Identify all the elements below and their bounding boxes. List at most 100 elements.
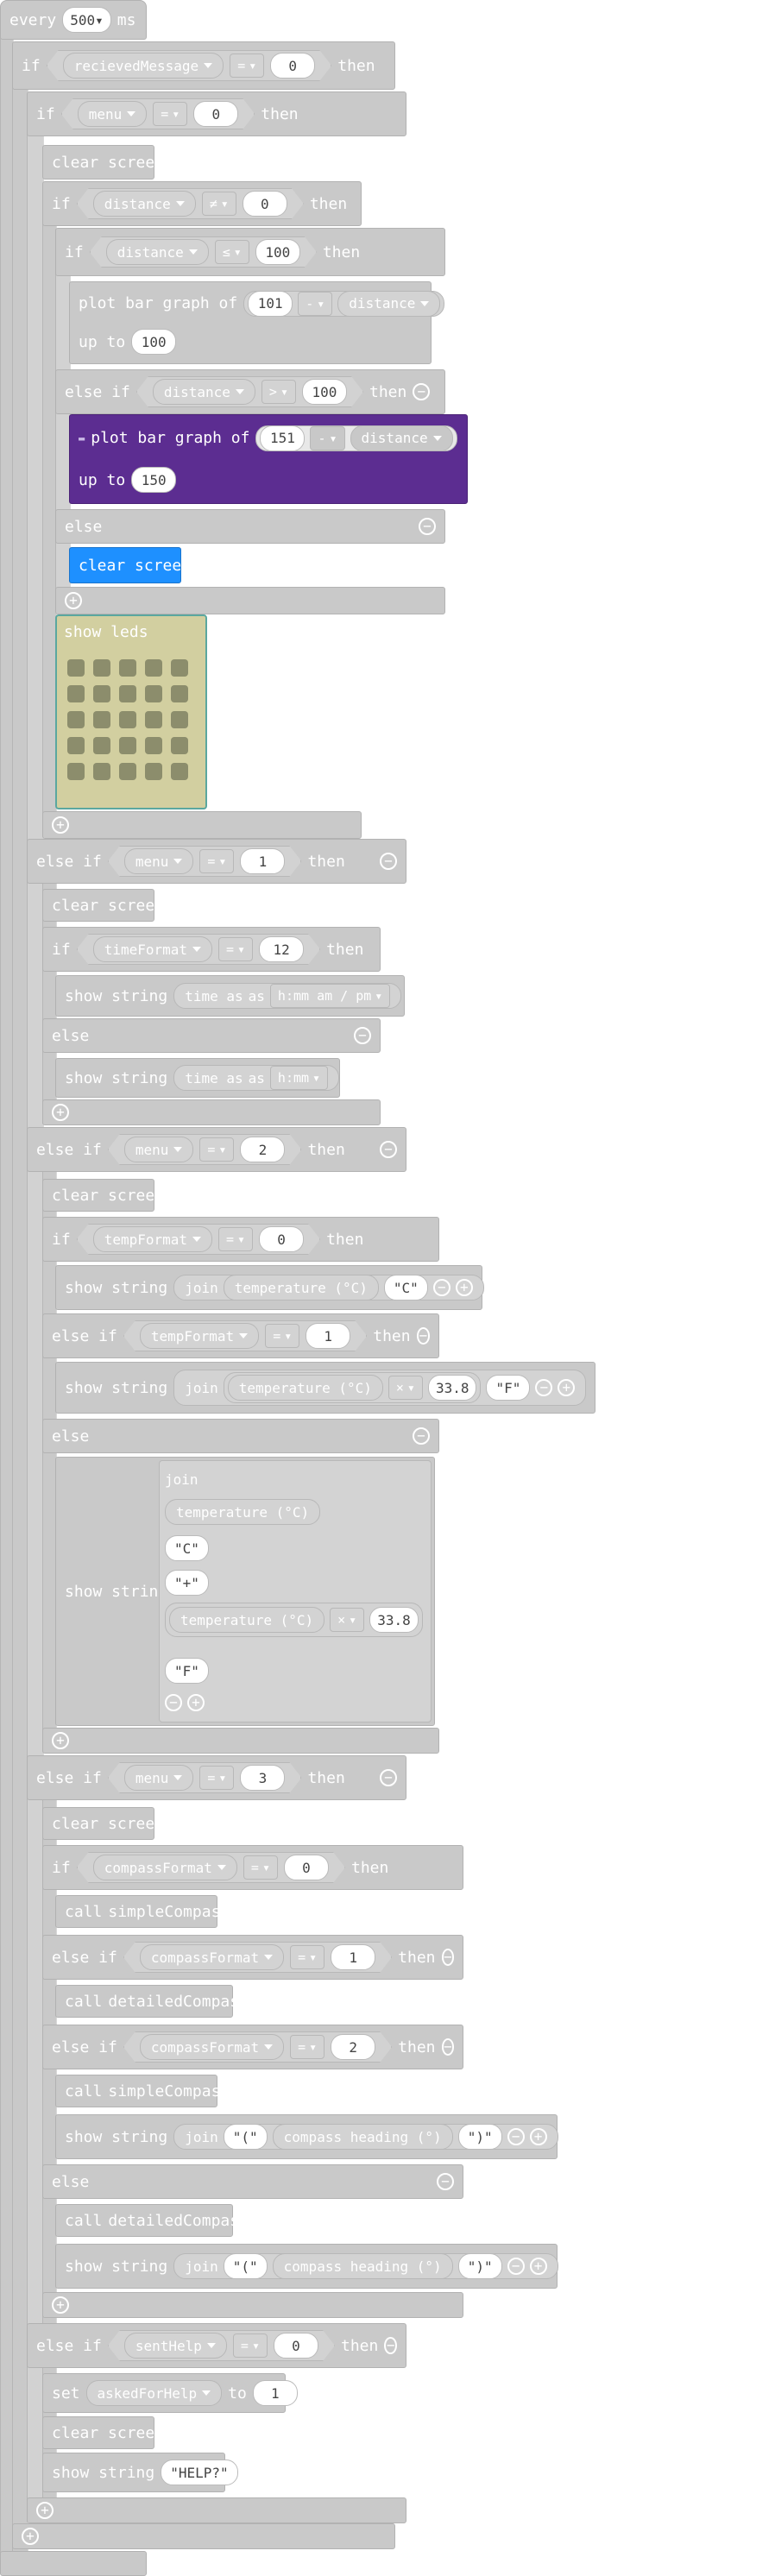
led-cell[interactable] [67, 659, 85, 677]
clear-screen-block[interactable]: clear screen [42, 145, 164, 180]
remove-branch-icon[interactable]: − [384, 2337, 397, 2354]
add-item-icon[interactable]: + [529, 2128, 547, 2145]
every-block[interactable]: every 500 ▾ ms [0, 0, 147, 40]
subtract-block[interactable]: 101 - ▾ distance [243, 290, 445, 317]
compare-tempformat-0[interactable]: tempFormat = ▾ 0 [77, 1224, 320, 1255]
led-cell[interactable] [171, 763, 188, 780]
compare-menu-1[interactable]: menu = ▾ 1 [108, 846, 302, 877]
remove-branch-icon[interactable]: − [380, 1769, 397, 1786]
remove-item-icon[interactable]: − [507, 2258, 525, 2275]
add-menu-row[interactable]: + [27, 2497, 406, 2523]
compare-menu-3[interactable]: menu = ▾ 3 [108, 1762, 302, 1793]
join-block[interactable]: join "(" compass heading (°) ")" − + [173, 2253, 558, 2279]
led-cell[interactable] [93, 711, 110, 728]
remove-else-icon[interactable]: − [413, 1427, 430, 1445]
add-item-icon[interactable]: + [455, 1279, 473, 1296]
compass-heading-block[interactable]: compass heading (°) [272, 2124, 453, 2150]
else-if-menu-1-block[interactable]: else if menu = ▾ 1 then − [27, 839, 406, 884]
add-item-icon[interactable]: + [187, 1694, 205, 1711]
else-if-tempformat-1-block[interactable]: else if tempFormat = ▾ 1 then − [42, 1313, 439, 1358]
led-cell[interactable] [93, 685, 110, 702]
string-c[interactable]: "C" [383, 1275, 428, 1301]
else-if-menu-2-block[interactable]: else if menu = ▾ 2 then − [27, 1127, 406, 1172]
show-string-fahrenheit-block[interactable]: show string join temperature (°C) × ▾ 33.… [55, 1362, 595, 1414]
every-ms-value[interactable]: 500 ▾ [62, 7, 111, 33]
var-distance[interactable]: distance [337, 290, 441, 317]
else-block[interactable]: else − [55, 509, 445, 544]
else-block[interactable]: else − [42, 1419, 439, 1453]
compare-tempformat-1[interactable]: tempFormat = ▾ 1 [123, 1320, 367, 1351]
string-help[interactable]: "HELP?" [161, 2459, 238, 2485]
op-times[interactable]: × ▾ [330, 1608, 365, 1632]
op-eq[interactable]: = ▾ [290, 1945, 324, 1969]
add-branch-icon[interactable]: + [52, 816, 69, 834]
if-tempformat-0-block[interactable]: if tempFormat = ▾ 0 then [42, 1217, 439, 1262]
remove-else-icon[interactable]: − [437, 2173, 454, 2190]
led-cell[interactable] [171, 711, 188, 728]
remove-branch-icon[interactable]: − [416, 1327, 430, 1345]
op-eq[interactable]: = ▾ [230, 54, 264, 78]
string-c[interactable]: "C" [165, 1535, 209, 1561]
led-cell[interactable] [67, 685, 85, 702]
led-cell[interactable] [171, 685, 188, 702]
compare-distance-gt[interactable]: distance > ▾ 100 [136, 376, 363, 407]
led-cell[interactable] [67, 763, 85, 780]
time-as-block[interactable]: time as as h:mm am / pm ▾ [173, 983, 402, 1009]
remove-else-icon[interactable]: − [419, 518, 436, 535]
num-33-8[interactable]: 33.8 [369, 1607, 419, 1633]
subtract-block[interactable]: 151 - ▾ distance [255, 425, 457, 451]
else-if-distance-gt-block[interactable]: else if distance > ▾ 100 then − [55, 369, 445, 414]
compare-senthelp-0[interactable]: sentHelp = ▾ 0 [108, 2330, 335, 2361]
time-format-dropdown[interactable]: h:mm am / pm ▾ [269, 984, 391, 1008]
set-askedforhelp-block[interactable]: set askedForHelp to 1 [42, 2373, 298, 2413]
op-minus[interactable]: - ▾ [310, 425, 345, 450]
clear-screen-block[interactable]: clear screen [42, 2416, 164, 2449]
op-eq[interactable]: = ▾ [199, 1766, 234, 1790]
op-eq[interactable]: = ▾ [199, 849, 234, 873]
var-askedforhelp[interactable]: askedForHelp [85, 2380, 223, 2406]
op-minus[interactable]: - ▾ [298, 291, 333, 316]
remove-item-icon[interactable]: − [535, 1379, 553, 1396]
num-3[interactable]: 3 [240, 1765, 285, 1791]
remove-item-icon[interactable]: − [507, 2128, 525, 2145]
compare-menu-0[interactable]: menu = ▾ 0 [61, 98, 255, 129]
var-tempformat[interactable]: tempFormat [140, 1323, 259, 1349]
show-string-compass-block[interactable]: show string join "(" compass heading (°)… [55, 2114, 558, 2159]
remove-item-icon[interactable]: − [432, 1279, 451, 1296]
show-string-time-24-block[interactable]: show string time as as h:mm ▾ [55, 1058, 340, 1098]
var-distance[interactable]: distance [93, 191, 196, 217]
op-eq[interactable]: = ▾ [218, 1227, 253, 1251]
num-100[interactable]: 100 [302, 379, 347, 405]
show-string-time-12-block[interactable]: show string time as as h:mm am / pm ▾ [55, 975, 405, 1017]
call-simple-compass-block[interactable]: call simpleCompass [55, 2075, 230, 2107]
join-multiline-block[interactable]: join temperature (°C) "C" "+" temperatur… [159, 1460, 432, 1723]
var-menu[interactable]: menu [124, 1137, 194, 1162]
var-compassformat[interactable]: compassFormat [140, 1944, 284, 1970]
if-distance-le-block[interactable]: if distance ≤ ▾ 100 then [55, 228, 445, 276]
join-block[interactable]: join temperature (°C) "C" − + [173, 1275, 484, 1301]
op-neq[interactable]: ≠ ▾ [202, 192, 236, 216]
led-cell[interactable] [145, 763, 162, 780]
led-cell[interactable] [93, 737, 110, 754]
num-0[interactable]: 0 [259, 1226, 304, 1252]
var-compassformat[interactable]: compassFormat [140, 2034, 284, 2060]
var-timeformat[interactable]: timeFormat [93, 936, 212, 962]
compare-timeformat[interactable]: timeFormat = ▾ 12 [77, 934, 320, 965]
else-if-compassformat-1-block[interactable]: else if compassFormat = ▾ 1 then − [42, 1935, 463, 1980]
if-distance-neq-block[interactable]: if distance ≠ ▾ 0 then [42, 181, 362, 226]
led-cell[interactable] [145, 711, 162, 728]
add-item-icon[interactable]: + [529, 2258, 547, 2275]
var-distance[interactable]: distance [153, 379, 255, 405]
compare-recv[interactable]: recievedMessage = ▾ 0 [47, 50, 332, 81]
call-simple-compass-block[interactable]: call simpleCompass [55, 1895, 230, 1928]
led-cell[interactable] [145, 685, 162, 702]
add-branch-icon[interactable]: + [52, 1732, 69, 1749]
add-timeformat-row[interactable]: + [42, 1099, 381, 1125]
var-menu[interactable]: menu [78, 101, 148, 127]
led-cell[interactable] [119, 763, 136, 780]
string-lparen[interactable]: "(" [223, 2124, 268, 2150]
compare-compassformat-2[interactable]: compassFormat = ▾ 2 [123, 2031, 392, 2063]
clear-screen-block[interactable]: clear screen [42, 1807, 164, 1840]
num-100[interactable]: 100 [255, 239, 300, 265]
num-100[interactable]: 100 [131, 329, 177, 356]
